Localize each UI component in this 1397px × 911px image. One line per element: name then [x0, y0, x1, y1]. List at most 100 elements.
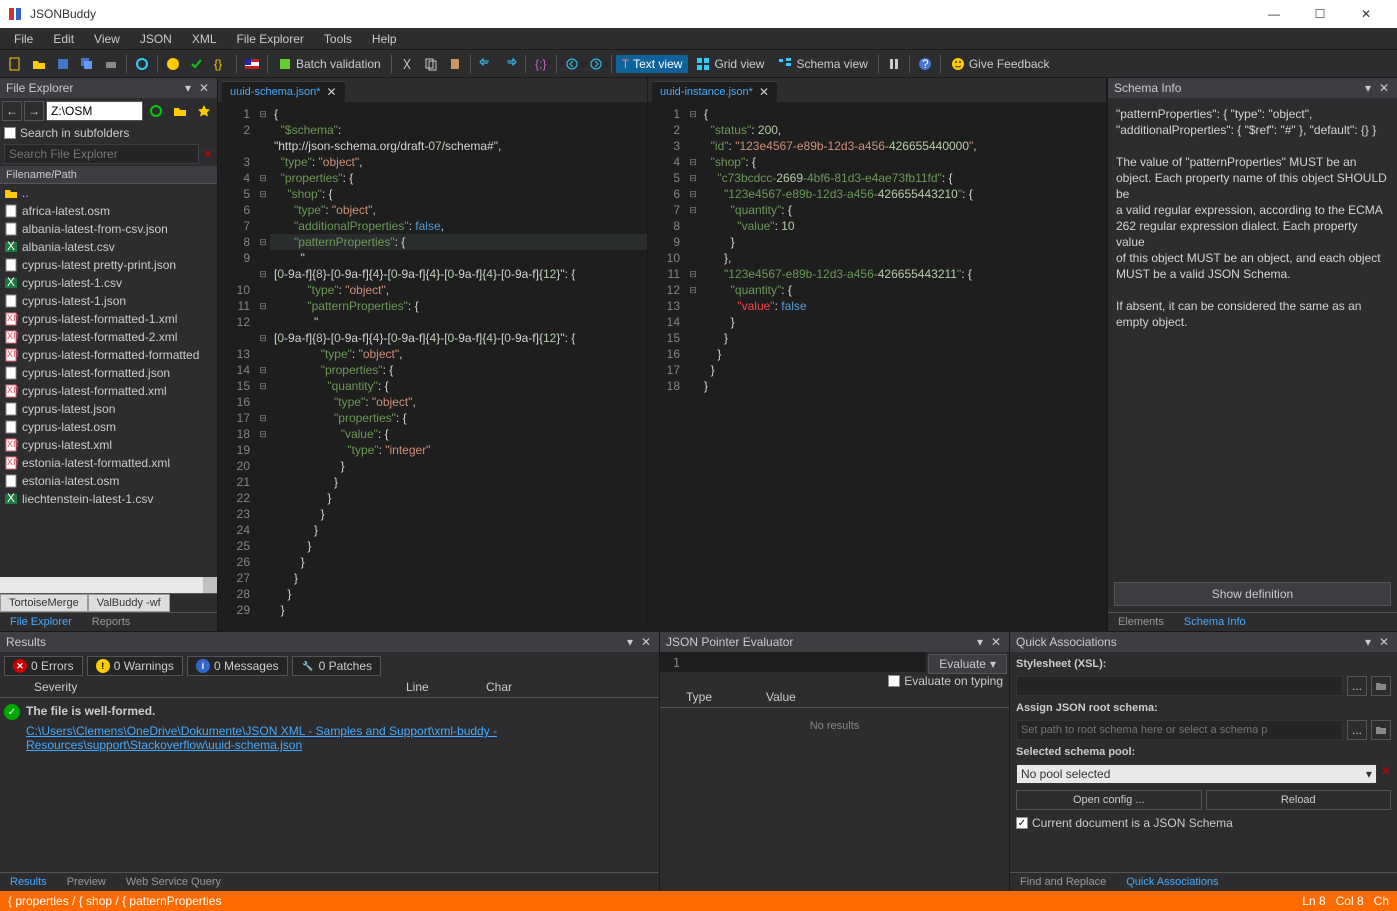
file-item[interactable]: xmlcyprus-latest-formatted-1.xml	[0, 310, 217, 328]
editor-tab-schema[interactable]: uuid-schema.json* ✕	[222, 81, 345, 102]
pause-icon[interactable]	[883, 53, 905, 75]
tab-find-replace[interactable]: Find and Replace	[1010, 873, 1116, 891]
schema-view-button[interactable]: Schema view	[772, 55, 873, 73]
tab-close-icon[interactable]: ✕	[327, 85, 337, 99]
file-item[interactable]: albania-latest-from-csv.json	[0, 220, 217, 238]
tab-preview[interactable]: Preview	[57, 873, 116, 891]
is-schema-checkbox[interactable]: Current document is a JSON Schema	[1016, 816, 1391, 830]
path-star-icon[interactable]	[193, 100, 215, 122]
maximize-button[interactable]: ☐	[1297, 0, 1343, 28]
close-button[interactable]: ✕	[1343, 0, 1389, 28]
nav-back-icon[interactable]	[561, 53, 583, 75]
nav-back-button[interactable]: ←	[2, 101, 22, 121]
panel-close-icon[interactable]: ✕	[1377, 81, 1391, 95]
open-stylesheet-icon[interactable]	[1371, 676, 1391, 696]
panel-close-icon[interactable]: ✕	[989, 635, 1003, 649]
tab-quick-assoc[interactable]: Quick Associations	[1116, 873, 1228, 891]
path-refresh-icon[interactable]	[145, 100, 167, 122]
open-folder-icon[interactable]	[28, 53, 50, 75]
batch-validation-button[interactable]: Batch validation	[272, 55, 387, 73]
chip-patches[interactable]: 🔧0 Patches	[292, 656, 381, 676]
grid-view-button[interactable]: Grid view	[690, 55, 770, 73]
file-item[interactable]: Xliechtenstein-latest-1.csv	[0, 490, 217, 508]
feedback-button[interactable]: Give Feedback	[945, 55, 1056, 73]
save-all-icon[interactable]	[76, 53, 98, 75]
save-icon[interactable]	[52, 53, 74, 75]
tab-results[interactable]: Results	[0, 873, 57, 891]
text-view-button[interactable]: TText view	[616, 55, 689, 73]
chip-errors[interactable]: ✕0 Errors	[4, 656, 83, 676]
new-file-icon[interactable]	[4, 53, 26, 75]
editor-content-left[interactable]: 12 3456789 101112 1314151617181920212223…	[218, 102, 647, 631]
editor-content-right[interactable]: 123456789101112131415161718 ⊟⊟⊟⊟⊟⊟⊟ { "s…	[648, 102, 1106, 631]
clear-search-icon[interactable]: ✕	[203, 147, 213, 161]
open-config-button[interactable]: Open config ...	[1016, 790, 1202, 810]
file-item[interactable]: Xalbania-latest.csv	[0, 238, 217, 256]
evaluate-button[interactable]: Evaluate▾	[928, 654, 1007, 674]
file-item[interactable]: cyprus-latest.json	[0, 400, 217, 418]
menu-tools[interactable]: Tools	[314, 29, 362, 49]
redo-icon[interactable]	[499, 53, 521, 75]
refresh-icon[interactable]	[131, 53, 153, 75]
root-schema-input[interactable]	[1016, 720, 1343, 740]
tab-close-icon[interactable]: ✕	[759, 85, 769, 99]
col-severity[interactable]: Severity	[6, 680, 406, 697]
path-input[interactable]: Z:\OSM	[46, 101, 143, 121]
evaluate-typing-checkbox[interactable]: Evaluate on typing	[888, 674, 1003, 688]
col-value[interactable]: Value	[766, 690, 1003, 707]
minimize-button[interactable]: —	[1251, 0, 1297, 28]
panel-dropdown-icon[interactable]: ▾	[623, 635, 637, 649]
tab-elements[interactable]: Elements	[1108, 613, 1174, 631]
stylesheet-input[interactable]	[1016, 676, 1343, 696]
file-item[interactable]: cyprus-latest-formatted.json	[0, 364, 217, 382]
undo-icon[interactable]	[475, 53, 497, 75]
panel-dropdown-icon[interactable]: ▾	[973, 635, 987, 649]
menu-file[interactable]: File	[4, 29, 43, 49]
result-file-path[interactable]: C:\Users\Clemens\OneDrive\Dokumente\JSON…	[26, 724, 655, 752]
paste-icon[interactable]	[444, 53, 466, 75]
file-item[interactable]: xmlcyprus-latest-formatted-2.xml	[0, 328, 217, 346]
file-list[interactable]: .. africa-latest.osmalbania-latest-from-…	[0, 184, 217, 577]
file-search-input[interactable]	[4, 144, 199, 164]
panel-close-icon[interactable]: ✕	[1377, 635, 1391, 649]
pool-select[interactable]: No pool selected▾	[1016, 764, 1377, 784]
braces-icon[interactable]: {}	[210, 53, 232, 75]
col-char[interactable]: Char	[486, 680, 566, 697]
file-item[interactable]: xmlcyprus-latest-formatted-formatted	[0, 346, 217, 364]
format-icon[interactable]: {;}	[530, 53, 552, 75]
tab-schema-info[interactable]: Schema Info	[1174, 613, 1256, 631]
menu-json[interactable]: JSON	[130, 29, 182, 49]
flag-icon[interactable]	[241, 53, 263, 75]
tab-file-explorer[interactable]: File Explorer	[0, 613, 82, 631]
nav-forward-icon[interactable]	[585, 53, 607, 75]
reload-button[interactable]: Reload	[1206, 790, 1392, 810]
chip-messages[interactable]: i0 Messages	[187, 656, 288, 676]
browse-stylesheet-button[interactable]: ...	[1347, 676, 1367, 696]
tab-reports[interactable]: Reports	[82, 613, 141, 631]
tool-tortoise[interactable]: TortoiseMerge	[0, 594, 88, 612]
file-item-up[interactable]: ..	[0, 184, 217, 202]
browse-schema-button[interactable]: ...	[1347, 720, 1367, 740]
file-item[interactable]: cyprus-latest.osm	[0, 418, 217, 436]
panel-close-icon[interactable]: ✕	[639, 635, 653, 649]
menu-xml[interactable]: XML	[182, 29, 227, 49]
panel-close-icon[interactable]: ✕	[197, 81, 211, 95]
file-scrollbar[interactable]	[0, 577, 217, 593]
col-type[interactable]: Type	[666, 690, 766, 707]
file-item[interactable]: africa-latest.osm	[0, 202, 217, 220]
menu-file-explorer[interactable]: File Explorer	[227, 29, 314, 49]
chip-warnings[interactable]: !0 Warnings	[87, 656, 183, 676]
tool-valbuddy[interactable]: ValBuddy -wf	[88, 594, 170, 612]
show-definition-button[interactable]: Show definition	[1114, 582, 1391, 606]
panel-dropdown-icon[interactable]: ▾	[1361, 81, 1375, 95]
search-subfolders-checkbox[interactable]: Search in subfolders	[4, 126, 129, 140]
editor-tab-instance[interactable]: uuid-instance.json* ✕	[652, 81, 777, 102]
print-icon[interactable]	[100, 53, 122, 75]
breadcrumb[interactable]: { properties / { shop / { patternPropert…	[8, 894, 1302, 908]
result-row[interactable]: ✓ The file is well-formed.	[4, 702, 655, 722]
file-list-header[interactable]: Filename/Path	[0, 166, 217, 184]
help-icon[interactable]: ?	[914, 53, 936, 75]
open-schema-icon[interactable]	[1371, 720, 1391, 740]
panel-dropdown-icon[interactable]: ▾	[1361, 635, 1375, 649]
path-folder-icon[interactable]	[169, 100, 191, 122]
